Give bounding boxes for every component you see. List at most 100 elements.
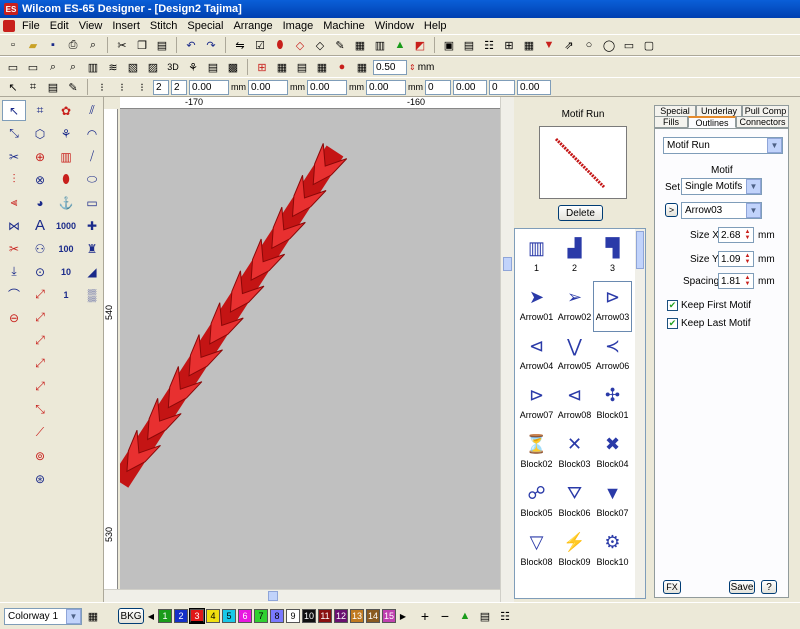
threads-icon[interactable]: ▤ — [293, 58, 311, 76]
circle-stitch-tool-icon[interactable]: ⊖ — [2, 307, 26, 328]
motif-item[interactable]: ▥ 1 — [518, 233, 555, 282]
color-swatch[interactable]: 3 — [189, 608, 205, 624]
chart-icon[interactable]: ▲ — [391, 36, 409, 54]
delete-button[interactable]: Delete — [558, 205, 603, 221]
w-field[interactable]: 0.00 — [307, 79, 347, 95]
one-tool-icon[interactable]: 1 — [54, 284, 78, 305]
team-tool-icon[interactable]: ⚇ — [28, 238, 52, 259]
select-tool-icon[interactable]: ↖ — [2, 100, 26, 121]
motif-item[interactable]: ⊳ Arrow07 — [518, 380, 555, 429]
stop-icon[interactable]: ● — [333, 58, 351, 76]
design-canvas[interactable] — [111, 109, 500, 589]
size-y-field[interactable]: 1.09 ▲ ▼ — [718, 251, 754, 267]
zoom-in-icon-2[interactable]: ⌕ — [64, 58, 82, 76]
monogram-tool-icon[interactable]: ◕ — [28, 192, 52, 213]
menu-image[interactable]: Image — [278, 20, 319, 32]
spacing-field[interactable]: 1.81 ▲ ▼ — [718, 273, 754, 289]
tab-fills[interactable]: Fills — [654, 116, 688, 128]
gradient-tool-icon[interactable]: ◢ — [80, 261, 104, 282]
hoop-tool-icon[interactable]: ⊙ — [28, 261, 52, 282]
motif-item[interactable]: ➤ Arrow01 — [518, 282, 555, 331]
sequin-tool-icon[interactable]: ⊛ — [28, 468, 52, 489]
tab-outlines[interactable]: Outlines — [688, 116, 736, 128]
needle-icon[interactable]: ▼ — [540, 36, 558, 54]
rotate-field[interactable]: 0 — [489, 79, 515, 95]
zoom-out-icon[interactable]: ⌕ — [44, 58, 62, 76]
spin-arrows-icon[interactable]: ▲ ▼ — [743, 275, 752, 287]
circle-icon[interactable]: ◯ — [600, 36, 618, 54]
layout-icon[interactable]: ▭ — [620, 36, 638, 54]
needle-points-icon[interactable]: ▦ — [313, 58, 331, 76]
field-a[interactable]: 2 — [153, 79, 169, 95]
copy-icon[interactable]: ❐ — [133, 36, 151, 54]
fan-tool-icon[interactable]: ⌒ — [2, 284, 26, 305]
zoom-value-field[interactable]: 0.50 — [373, 59, 407, 75]
color-swatch[interactable]: 14 — [366, 609, 380, 623]
grid-toggle-icon[interactable]: ▦ — [520, 36, 538, 54]
spin-arrows-icon[interactable]: ▲ ▼ — [743, 253, 752, 265]
motif-run-tool-icon[interactable]: ⤡ — [28, 399, 52, 420]
help-button[interactable]: ? — [761, 580, 777, 594]
view-3d-icon[interactable]: 3D — [164, 58, 182, 76]
motif-item[interactable]: ⏳ Block02 — [518, 429, 555, 478]
ten-tool-icon[interactable]: 10 — [54, 261, 78, 282]
shape-tool-icon[interactable]: ⬡ — [28, 123, 52, 144]
number-tool-icon[interactable]: 1000 — [54, 215, 78, 236]
motif-item[interactable]: ≺ Arrow06 — [594, 331, 631, 380]
list-icon[interactable]: ☷ — [480, 36, 498, 54]
motif-list-scrollbar[interactable] — [635, 229, 645, 598]
align-left-icon[interactable]: ⁝ — [93, 78, 111, 96]
show-stitches-icon[interactable]: ⚘ — [184, 58, 202, 76]
select-arrow-icon[interactable]: ↖ — [4, 78, 22, 96]
color-film-icon[interactable]: ▤ — [476, 607, 494, 625]
pattern-icon[interactable]: ▩ — [224, 58, 242, 76]
motif-item[interactable]: ▽ Block08 — [518, 527, 555, 576]
outline-icon[interactable]: ◇ — [291, 36, 309, 54]
motif-item[interactable]: ✣ Block01 — [594, 380, 631, 429]
color-swatch[interactable]: 8 — [270, 609, 284, 623]
color-swatch[interactable]: 7 — [254, 609, 268, 623]
pointer-icon[interactable]: ⇗ — [560, 36, 578, 54]
angle-field[interactable]: 0 — [425, 79, 451, 95]
motif-item[interactable]: ✖ Block04 — [594, 429, 631, 478]
stitch-type-select[interactable]: Motif Run ▼ — [663, 137, 783, 154]
checkmark-icon[interactable]: ✔ — [667, 300, 678, 311]
grid-icon[interactable]: ▦ — [351, 36, 369, 54]
stitch-run-tool-icon[interactable]: ⤢ — [28, 284, 52, 305]
color-swatch[interactable]: 5 — [222, 609, 236, 623]
motif-run-design[interactable] — [111, 109, 500, 589]
motif-item[interactable]: ⚡ Block09 — [556, 527, 593, 576]
chevron-down-icon[interactable]: ▼ — [746, 203, 761, 218]
arc-tool-icon[interactable]: ◠ — [80, 123, 104, 144]
path-tool-icon[interactable]: ⟋ — [28, 422, 52, 443]
scroll-right-icon[interactable]: ▶ — [398, 607, 408, 625]
color-swatch[interactable]: 1 — [158, 609, 172, 623]
align-right-icon[interactable]: ⁝ — [133, 78, 151, 96]
menu-help[interactable]: Help — [419, 20, 452, 32]
color-swatch[interactable]: 11 — [318, 609, 332, 623]
check-icon[interactable]: ☑ — [251, 36, 269, 54]
motif-item[interactable]: ⚙ Block10 — [594, 527, 631, 576]
color-swatch[interactable]: 6 — [238, 609, 252, 623]
frame-icon[interactable]: ▢ — [640, 36, 658, 54]
hoop-icon[interactable]: ○ — [580, 36, 598, 54]
needle-tool-icon[interactable]: ⤓ — [2, 261, 26, 282]
new-icon[interactable]: ▫ — [4, 36, 22, 54]
edit-icon[interactable]: ✎ — [64, 78, 82, 96]
zigzag-tool-icon[interactable]: ⤢ — [28, 307, 52, 328]
texture-tool-icon[interactable]: ▒ — [80, 284, 104, 305]
next-motif-button[interactable]: > — [665, 203, 678, 217]
palette-icon[interactable]: ▦ — [273, 58, 291, 76]
bead-tool-icon[interactable]: ⊚ — [28, 445, 52, 466]
back-stitch-tool-icon[interactable]: ⤢ — [28, 330, 52, 351]
open-icon[interactable]: ▰ — [24, 36, 42, 54]
motif-item[interactable]: ☍ Block05 — [518, 478, 555, 527]
field-b[interactable]: 2 — [171, 79, 187, 95]
zoom-spin-icon[interactable]: ⇕ — [409, 63, 416, 72]
color-swatch[interactable]: 2 — [174, 609, 188, 623]
capsule-tool-icon[interactable]: ⬮ — [54, 169, 78, 190]
menu-view[interactable]: View — [74, 20, 108, 32]
scroll-left-icon[interactable]: ◀ — [146, 607, 156, 625]
paste-icon[interactable]: ▤ — [153, 36, 171, 54]
color-swatch[interactable]: 4 — [206, 609, 220, 623]
